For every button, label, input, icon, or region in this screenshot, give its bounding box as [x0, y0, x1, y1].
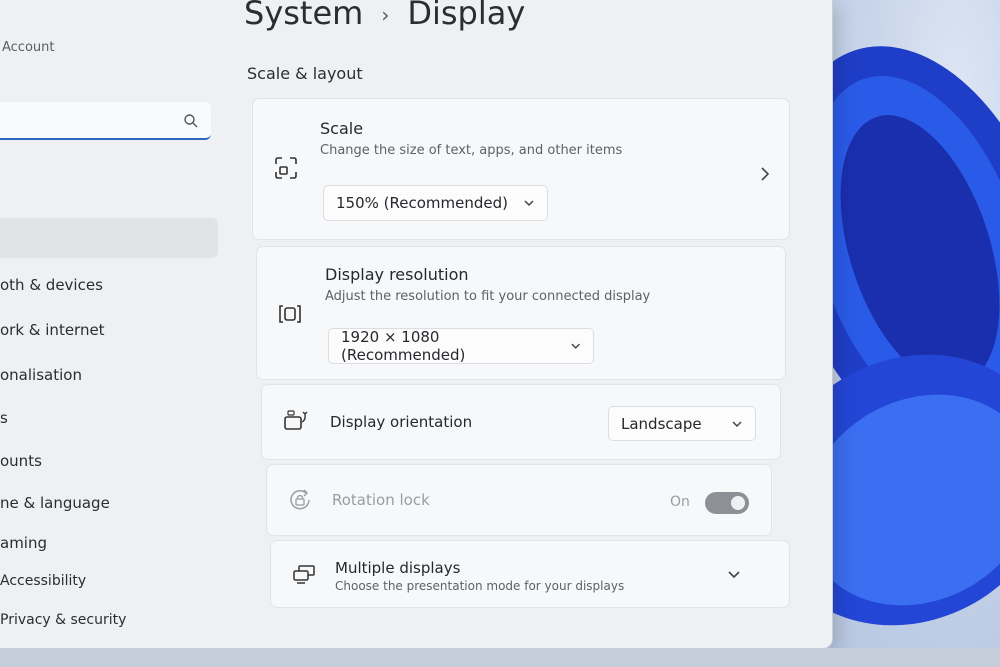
- scale-dropdown-value: 150% (Recommended): [336, 194, 508, 212]
- breadcrumb-current: Display: [407, 0, 526, 32]
- sidebar: Account oth & devices ork & internet ona…: [0, 0, 230, 648]
- account-label: Account: [2, 40, 55, 55]
- scale-title: Scale: [320, 119, 364, 138]
- multiple-displays-subtitle: Choose the presentation mode for your di…: [335, 579, 625, 593]
- sidebar-item-bluetooth-devices[interactable]: oth & devices: [0, 276, 103, 294]
- rotation-lock-card: Rotation lock On: [266, 464, 772, 536]
- search-icon: [184, 114, 198, 128]
- chevron-right-icon: [761, 167, 770, 181]
- multiple-displays-icon: [293, 565, 315, 584]
- sidebar-item-personalisation[interactable]: onalisation: [0, 366, 82, 384]
- sidebar-item-accounts[interactable]: ounts: [0, 452, 42, 470]
- resolution-dropdown-value: 1920 × 1080 (Recommended): [341, 328, 466, 364]
- resolution-dropdown[interactable]: 1920 × 1080 (Recommended): [328, 328, 594, 364]
- multiple-displays-card[interactable]: Multiple displays Choose the presentatio…: [270, 540, 790, 608]
- scale-dropdown[interactable]: 150% (Recommended): [323, 185, 548, 221]
- rotation-lock-toggle[interactable]: [705, 492, 749, 514]
- scale-subtitle: Change the size of text, apps, and other…: [320, 143, 623, 158]
- sidebar-item-network-internet[interactable]: ork & internet: [0, 321, 105, 339]
- resolution-icon: [279, 305, 301, 323]
- rotation-lock-state-label: On: [670, 494, 690, 510]
- settings-window: Account oth & devices ork & internet ona…: [0, 0, 833, 649]
- taskbar: [0, 648, 1000, 667]
- page-title: System › Display: [244, 0, 525, 32]
- orientation-dropdown[interactable]: Landscape: [608, 406, 756, 441]
- chevron-down-icon: [728, 571, 740, 579]
- chevron-down-icon: [571, 343, 580, 349]
- toggle-knob: [731, 496, 745, 510]
- breadcrumb-chevron-icon: ›: [381, 3, 390, 27]
- scale-card[interactable]: Scale Change the size of text, apps, and…: [252, 98, 790, 240]
- sidebar-item-accessibility[interactable]: Accessibility: [0, 573, 86, 589]
- sidebar-item-system[interactable]: [0, 218, 218, 258]
- chevron-down-icon: [732, 420, 742, 427]
- scale-icon: [275, 157, 297, 179]
- resolution-subtitle: Adjust the resolution to fit your connec…: [325, 289, 651, 304]
- orientation-icon: [284, 410, 308, 430]
- orientation-dropdown-value: Landscape: [621, 414, 702, 433]
- resolution-title: Display resolution: [325, 265, 469, 284]
- breadcrumb-parent[interactable]: System: [244, 0, 363, 32]
- sidebar-item-apps[interactable]: s: [0, 409, 8, 427]
- sidebar-item-time-language[interactable]: ne & language: [0, 494, 110, 512]
- section-header: Scale & layout: [247, 64, 363, 83]
- rotation-lock-icon: [290, 489, 310, 510]
- display-orientation-card: Display orientation Landscape: [261, 384, 781, 460]
- sidebar-item-privacy-security[interactable]: Privacy & security: [0, 612, 126, 628]
- display-resolution-card: Display resolution Adjust the resolution…: [256, 246, 786, 380]
- sidebar-item-gaming[interactable]: aming: [0, 534, 47, 552]
- chevron-down-icon: [524, 200, 534, 207]
- search-input[interactable]: [0, 102, 211, 140]
- orientation-title: Display orientation: [330, 413, 473, 431]
- rotation-lock-title: Rotation lock: [332, 491, 430, 509]
- multiple-displays-title: Multiple displays: [335, 559, 461, 577]
